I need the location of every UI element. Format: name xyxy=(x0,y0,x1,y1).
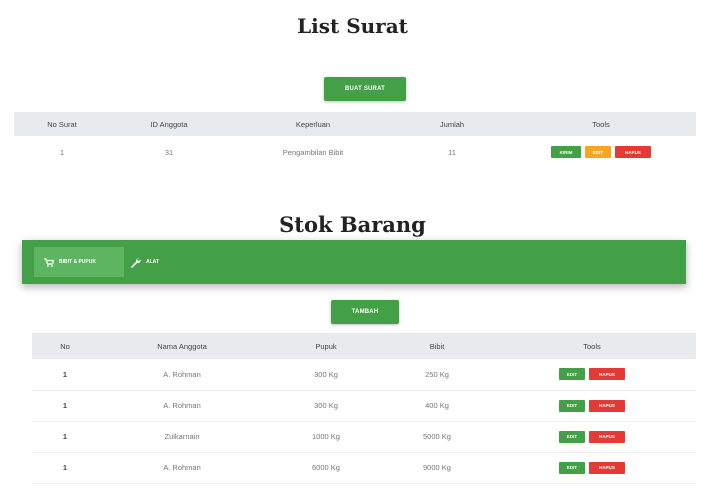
col-no-surat: No Surat xyxy=(14,112,110,136)
col-bibit: Bibit xyxy=(386,333,488,359)
table-row: 1 A. Rohman 300 Kg 250 Kg EDIT HAPUS xyxy=(32,359,696,391)
hapus-button[interactable]: HAPUS xyxy=(589,461,625,474)
cell-id-anggota: 31 xyxy=(164,147,174,157)
nav-item-bibit-pupuk[interactable]: BIBIT & PUPUK xyxy=(34,247,124,277)
cell-pupuk: 6000 Kg xyxy=(266,452,386,484)
cell-no: 1 xyxy=(32,390,98,422)
cell-bibit: 250 Kg xyxy=(386,359,488,391)
col-id-anggota: ID Anggota xyxy=(110,112,228,136)
cell-bibit: 5000 Kg xyxy=(386,421,488,453)
cell-pupuk: 300 Kg xyxy=(266,359,386,391)
nav-item-alat[interactable]: ALAT xyxy=(130,247,159,277)
col-tools: Tools xyxy=(488,333,696,359)
col-tools: Tools xyxy=(506,112,696,136)
cell-jumlah: 11 xyxy=(448,147,456,157)
table-row: 1 A. Rohman 6000 Kg 9000 Kg EDIT HAPUS xyxy=(32,452,696,484)
table-row: 1 31 Pengambilan Bibit 11 KIRIM EDIT HAP… xyxy=(14,136,696,168)
cell-no: 1 xyxy=(32,359,98,391)
edit-button[interactable]: EDIT xyxy=(559,399,585,412)
edit-button[interactable]: EDIT xyxy=(559,461,585,474)
cell-tools: KIRIM EDIT HAPUS xyxy=(506,136,696,168)
hapus-button[interactable]: HAPUS xyxy=(589,368,625,381)
edit-button[interactable]: EDIT xyxy=(559,430,585,443)
wrench-icon xyxy=(130,257,141,268)
edit-button[interactable]: EDIT xyxy=(559,368,585,381)
page-title-stok-barang: Stok Barang xyxy=(279,212,426,237)
col-pupuk: Pupuk xyxy=(266,333,386,359)
col-keperluan: Keperluan xyxy=(228,112,398,136)
table-row: 1 Zulkarnain 1000 Kg 5000 Kg EDIT HAPUS xyxy=(32,421,696,453)
cell-no: 1 xyxy=(32,421,98,453)
cell-tools: EDIT HAPUS xyxy=(488,421,696,453)
cell-pupuk: 300 Kg xyxy=(266,390,386,422)
stok-table: No Nama Anggota Pupuk Bibit Tools 1 A. R… xyxy=(32,333,696,484)
cell-bibit: 9000 Kg xyxy=(386,452,488,484)
cell-no-surat: 1 xyxy=(59,147,65,157)
cell-nama: A. Rohman xyxy=(98,390,266,422)
cell-tools: EDIT HAPUS xyxy=(488,390,696,422)
tambah-button[interactable]: TAMBAH xyxy=(331,300,399,324)
cell-tools: EDIT HAPUS xyxy=(488,452,696,484)
hapus-button[interactable]: HAPUS xyxy=(615,146,651,158)
cell-nama: Zulkarnain xyxy=(98,421,266,453)
col-jumlah: Jumlah xyxy=(398,112,506,136)
table-row: 1 A. Rohman 300 Kg 400 Kg EDIT HAPUS xyxy=(32,390,696,422)
col-nama-anggota: Nama Anggota xyxy=(98,333,266,359)
cell-keperluan: Pengambilan Bibit xyxy=(282,147,344,157)
cell-nama: A. Rohman xyxy=(98,452,266,484)
cell-bibit: 400 Kg xyxy=(386,390,488,422)
surat-table: No Surat ID Anggota Keperluan Jumlah Too… xyxy=(14,112,696,168)
edit-button[interactable]: EDIT xyxy=(585,146,611,158)
cell-pupuk: 1000 Kg xyxy=(266,421,386,453)
hapus-button[interactable]: HAPUS xyxy=(589,430,625,443)
buat-surat-button[interactable]: BUAT SURAT xyxy=(324,77,406,101)
cart-icon xyxy=(44,257,54,267)
page-title-list-surat: List Surat xyxy=(297,14,408,38)
cell-no: 1 xyxy=(32,452,98,484)
kirim-button[interactable]: KIRIM xyxy=(551,146,581,158)
cell-tools: EDIT HAPUS xyxy=(488,359,696,391)
hapus-button[interactable]: HAPUS xyxy=(589,399,625,412)
cell-nama: A. Rohman xyxy=(98,359,266,391)
col-no: No xyxy=(32,333,98,359)
nav-item-label: ALAT xyxy=(146,259,159,265)
nav-item-label: BIBIT & PUPUK xyxy=(59,259,96,265)
stok-navbar: BIBIT & PUPUK ALAT xyxy=(22,240,686,284)
